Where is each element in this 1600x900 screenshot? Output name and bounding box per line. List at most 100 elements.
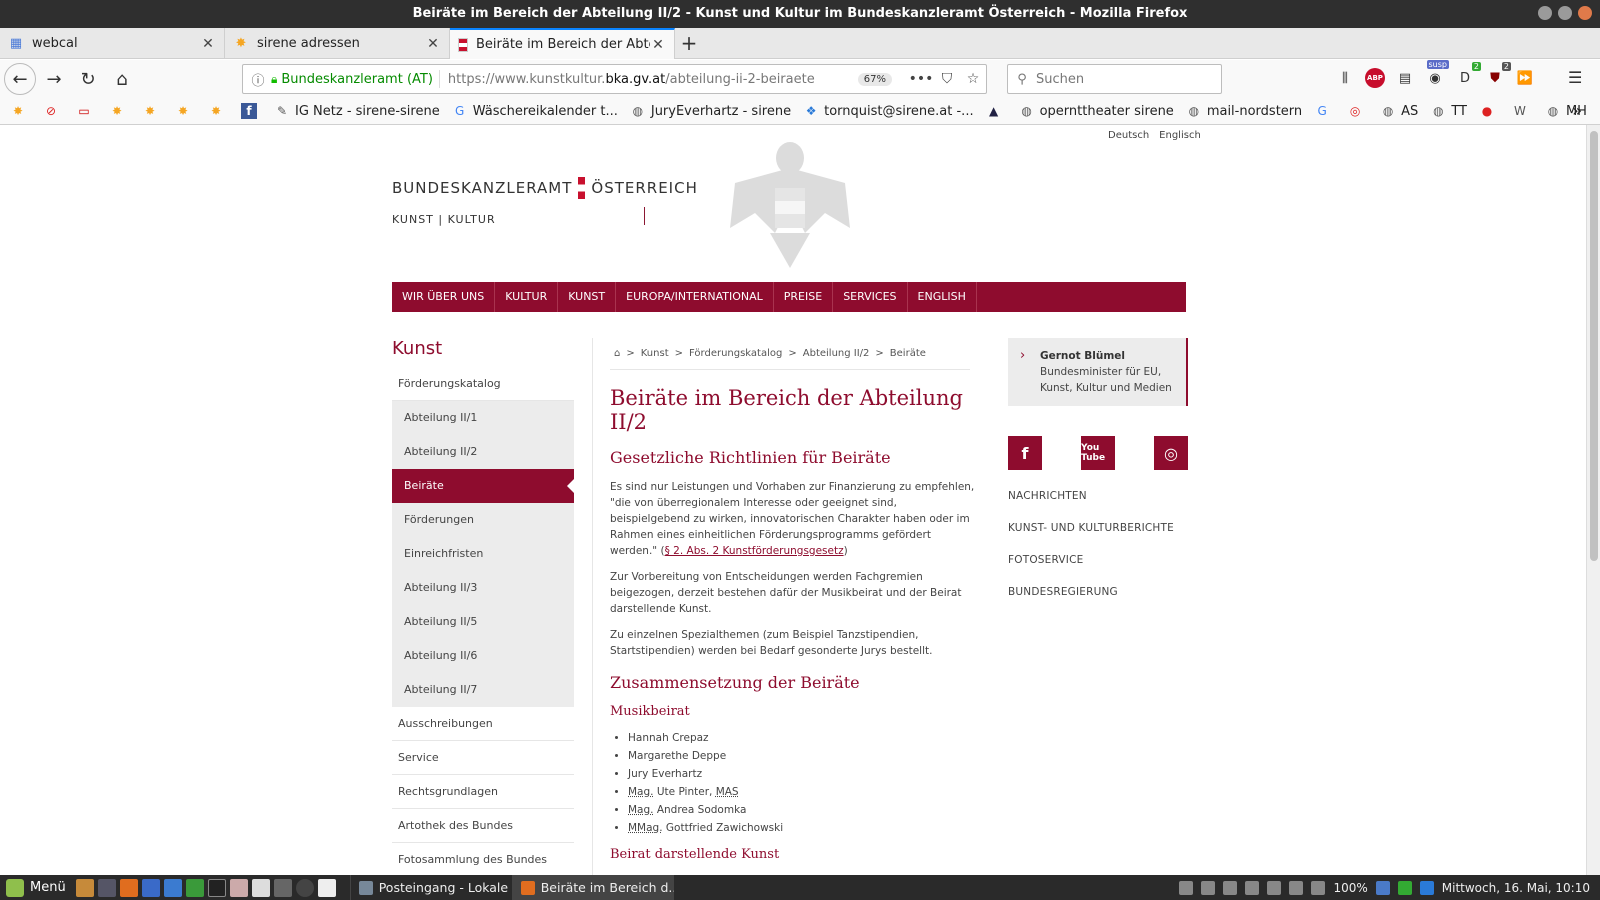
bookmark-item-12[interactable]: ▲ — [986, 103, 1007, 119]
right-link-fotoservice[interactable]: FOTOSERVICE — [1008, 554, 1188, 566]
home-icon[interactable]: ⌂ — [614, 348, 620, 359]
right-link-kunst-und-kulturberichte[interactable]: KUNST- UND KULTURBERICHTE — [1008, 522, 1188, 534]
close-window-button[interactable] — [1578, 6, 1592, 20]
minister-box[interactable]: › Gernot Blümel Bundesminister für EU, K… — [1008, 338, 1188, 406]
clock[interactable]: Mittwoch, 16. Mai, 10:10 — [1442, 881, 1590, 895]
leftnav-item-abteilung-ii-2[interactable]: Abteilung II/2 — [392, 435, 574, 469]
reader-icon[interactable]: ▤ — [1395, 68, 1415, 88]
mainnav-item-kultur[interactable]: KULTUR — [495, 282, 559, 312]
youtube-icon[interactable]: You Tube — [1081, 436, 1115, 470]
settings-icon[interactable] — [97, 878, 116, 897]
task-firefox[interactable]: Beiräte im Bereich d... — [511, 875, 674, 900]
pocket-icon[interactable]: ⛉ — [934, 71, 960, 87]
hamburger-menu-icon[interactable]: ☰ — [1568, 68, 1582, 87]
breadcrumb-item[interactable]: Kunst — [641, 348, 669, 359]
mainnav-item-english[interactable]: ENGLISH — [908, 282, 977, 312]
battery-icon[interactable] — [1311, 880, 1326, 895]
bookmark-item-4[interactable]: ✸ — [142, 103, 163, 119]
leftnav-item-förderungskatalog[interactable]: Förderungskatalog — [392, 367, 574, 401]
bookmark-item-6[interactable]: ✸ — [208, 103, 229, 119]
mainnav-item-europa-international[interactable]: EUROPA/INTERNATIONAL — [616, 282, 774, 312]
kunstfoerderungsgesetz-link[interactable]: § 2. Abs. 2 Kunstförderungsgesetz — [665, 545, 844, 557]
zoom-indicator[interactable]: 67% — [857, 72, 892, 86]
forward-extension-icon[interactable]: ⏩ — [1515, 68, 1535, 88]
extension-d-icon[interactable]: D2 — [1455, 62, 1481, 88]
lang-englisch-link[interactable]: Englisch — [1159, 130, 1201, 141]
updates-icon[interactable] — [1245, 880, 1260, 895]
text-icon[interactable] — [251, 878, 270, 897]
mainnav-item-kunst[interactable]: KUNST — [558, 282, 617, 312]
bookmark-item-15[interactable]: G — [1314, 103, 1335, 119]
bookmark-as[interactable]: ◍ AS — [1380, 103, 1418, 119]
back-button[interactable]: ← — [4, 63, 36, 95]
tab-close-icon[interactable]: ✕ — [200, 36, 216, 52]
bookmark-juryeverhartz-sirene[interactable]: ◍ JuryEverhartz - sirene — [630, 103, 792, 119]
leftnav-item-abteilung-ii-7[interactable]: Abteilung II/7 — [392, 673, 574, 707]
breadcrumb-item[interactable]: Förderungskatalog — [689, 348, 782, 359]
leftnav-item-ausschreibungen[interactable]: Ausschreibungen — [392, 707, 574, 741]
bookmark-mail-nordstern[interactable]: ◍ mail-nordstern — [1186, 103, 1303, 119]
breadcrumb-item[interactable]: Abteilung II/2 — [803, 348, 870, 359]
dropbox-tray-icon[interactable] — [1419, 880, 1434, 895]
maximize-button[interactable] — [1558, 6, 1572, 20]
bookmark-item-1[interactable]: ⊘ — [43, 103, 64, 119]
leftnav-item-service[interactable]: Service — [392, 741, 574, 775]
forward-button[interactable]: → — [38, 63, 70, 95]
library-icon[interactable]: ⫼ — [1335, 68, 1355, 88]
mainnav-item-wir-über-uns[interactable]: WIR ÜBER UNS — [392, 282, 496, 312]
scrollbar-thumb[interactable] — [1590, 131, 1598, 561]
ublock-icon[interactable]: ⛊ 2 — [1485, 62, 1511, 88]
volume-icon[interactable] — [1289, 880, 1304, 895]
leftnav-item-abteilung-ii-6[interactable]: Abteilung II/6 — [392, 639, 574, 673]
bookmark-item-5[interactable]: ✸ — [175, 103, 196, 119]
tab-webcal[interactable]: ▦ webcal ✕ — [0, 28, 225, 59]
bookmark-item-3[interactable]: ✸ — [109, 103, 130, 119]
search-bar[interactable]: ⚲ Suchen — [1007, 64, 1222, 94]
susp-icon[interactable]: ◉ susp — [1425, 60, 1449, 88]
leftnav-item-förderungen[interactable]: Förderungen — [392, 503, 574, 537]
media-icon[interactable] — [295, 878, 314, 897]
blank-icon[interactable] — [317, 878, 336, 897]
leftnav-heading[interactable]: Kunst — [392, 338, 574, 359]
bookmark-tornquist-sirene-at[interactable]: ❖ tornquist@sirene.at -... — [803, 103, 974, 119]
leftnav-item-abteilung-ii-5[interactable]: Abteilung II/5 — [392, 605, 574, 639]
lang-deutsch-link[interactable]: Deutsch — [1108, 130, 1149, 141]
instagram-icon[interactable]: ◎ — [1154, 436, 1188, 470]
tab-sirene-adressen[interactable]: ✸ sirene adressen ✕ — [225, 28, 450, 59]
right-link-nachrichten[interactable]: NACHRICHTEN — [1008, 490, 1188, 502]
site-identity[interactable]: Bundeskanzleramt (AT) — [281, 72, 433, 87]
tab-close-icon[interactable]: ✕ — [425, 36, 441, 52]
terminal-icon[interactable] — [207, 878, 226, 897]
task-thunderbird[interactable]: Posteingang - Lokale ... — [349, 875, 512, 900]
editor-icon[interactable] — [229, 878, 248, 897]
bookmark-item-16[interactable]: ◎ — [1347, 103, 1368, 119]
bookmark-item-0[interactable]: ✸ — [10, 103, 31, 119]
leftnav-item-rechtsgrundlagen[interactable]: Rechtsgrundlagen — [392, 775, 574, 809]
calc-icon[interactable] — [185, 878, 204, 897]
facebook-icon[interactable]: f — [1008, 436, 1042, 470]
monitor-icon[interactable] — [273, 878, 292, 897]
site-logo[interactable]: BUNDESKANZLERAMT ÖSTERREICH KUNST | KULTU… — [392, 177, 698, 226]
bookmark-w-schereikalender-t[interactable]: G Wäschereikalender t... — [452, 103, 618, 119]
url-bar[interactable]: ⓘ 🔒︎ Bundeskanzleramt (AT) https://www.k… — [242, 64, 987, 94]
bookmark-item-20[interactable]: W — [1512, 103, 1533, 119]
leftnav-item-abteilung-ii-3[interactable]: Abteilung II/3 — [392, 571, 574, 605]
firefox-icon[interactable] — [119, 878, 138, 897]
tab-beiraete[interactable]: Beiräte im Bereich der Abteilung II/2 ✕ — [450, 28, 675, 59]
home-button[interactable]: ⌂ — [106, 63, 138, 95]
info-icon[interactable]: ⓘ — [249, 70, 267, 89]
right-link-bundesregierung[interactable]: BUNDESREGIERUNG — [1008, 586, 1188, 598]
network-icon[interactable] — [1397, 880, 1412, 895]
bookmark-tt[interactable]: ◍ TT — [1430, 103, 1467, 119]
bookmark-star-icon[interactable]: ☆ — [960, 71, 986, 87]
reload-button[interactable]: ↻ — [72, 63, 104, 95]
bookmarks-overflow-icon[interactable]: » — [1572, 101, 1582, 120]
page-scrollbar[interactable] — [1586, 125, 1600, 875]
files-icon[interactable] — [75, 878, 94, 897]
breadcrumb-item[interactable]: Beiräte — [890, 348, 926, 359]
adblock-plus-icon[interactable]: ABP — [1365, 68, 1385, 88]
writer-icon[interactable] — [163, 878, 182, 897]
user-icon[interactable] — [1201, 880, 1216, 895]
minimize-button[interactable] — [1538, 6, 1552, 20]
leftnav-item-artothek-des-bundes[interactable]: Artothek des Bundes — [392, 809, 574, 843]
